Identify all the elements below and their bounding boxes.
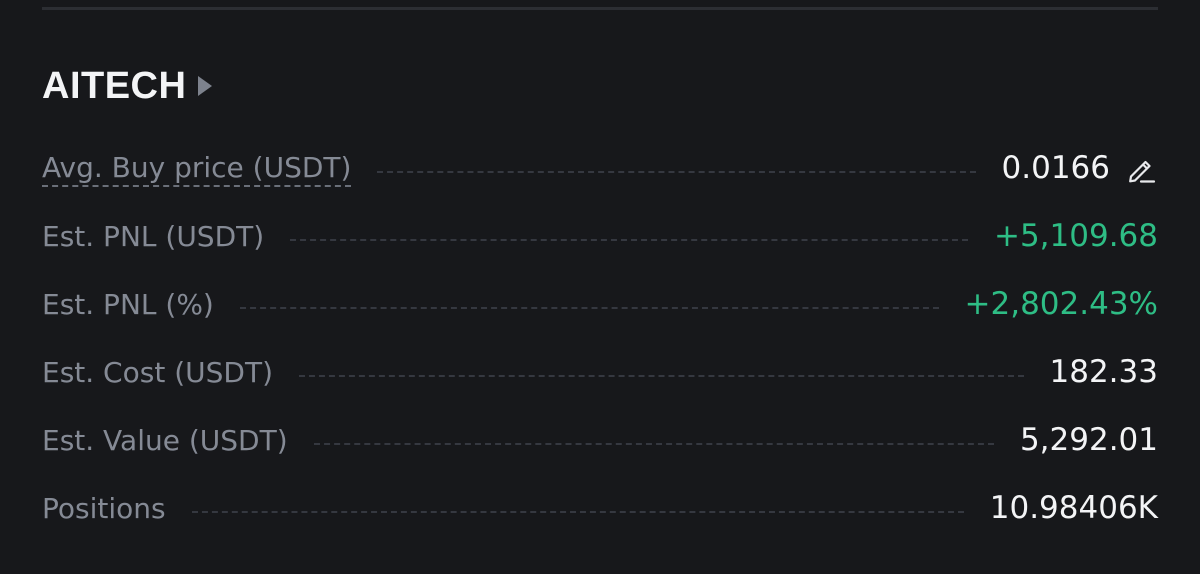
est-value-value: 5,292.01 (1019, 422, 1158, 459)
row-leader-line (299, 375, 1024, 377)
pencil-icon[interactable] (1124, 152, 1158, 186)
est-cost-value: 182.33 (1049, 354, 1158, 391)
avg-buy-price-value: 0.0166 (1001, 150, 1110, 187)
row-est-pnl-percent: Est. PNL (%) +2,802.43% (42, 271, 1158, 339)
row-leader-line (313, 443, 994, 445)
est-value-label: Est. Value (USDT) (42, 424, 288, 458)
asset-header[interactable]: AITECH (42, 58, 213, 114)
avg-buy-price-label[interactable]: Avg. Buy price (USDT) (42, 151, 352, 188)
top-divider (42, 7, 1158, 10)
est-pnl-usdt-label: Est. PNL (USDT) (42, 220, 265, 254)
positions-label: Positions (42, 492, 166, 526)
row-leader-line (239, 307, 939, 309)
est-pnl-percent-value: +2,802.43% (964, 286, 1158, 323)
asset-ticker: AITECH (42, 65, 187, 107)
row-est-value: Est. Value (USDT) 5,292.01 (42, 407, 1158, 475)
row-avg-buy-price: Avg. Buy price (USDT) 0.0166 (42, 135, 1158, 203)
est-pnl-usdt-value: +5,109.68 (993, 218, 1158, 255)
row-leader-line (377, 171, 976, 173)
row-est-pnl-usdt: Est. PNL (USDT) +5,109.68 (42, 203, 1158, 271)
est-pnl-percent-label: Est. PNL (%) (42, 288, 214, 322)
row-leader-line (290, 239, 968, 241)
caret-right-icon (198, 76, 213, 96)
avg-buy-price-value-group: 0.0166 (1002, 150, 1158, 187)
row-positions: Positions 10.98406K (42, 475, 1158, 543)
position-details: Avg. Buy price (USDT) 0.0166 Est. PNL (U… (42, 135, 1158, 543)
row-est-cost: Est. Cost (USDT) 182.33 (42, 339, 1158, 407)
positions-value: 10.98406K (989, 490, 1158, 527)
row-leader-line (191, 511, 964, 513)
est-cost-label: Est. Cost (USDT) (42, 356, 273, 390)
